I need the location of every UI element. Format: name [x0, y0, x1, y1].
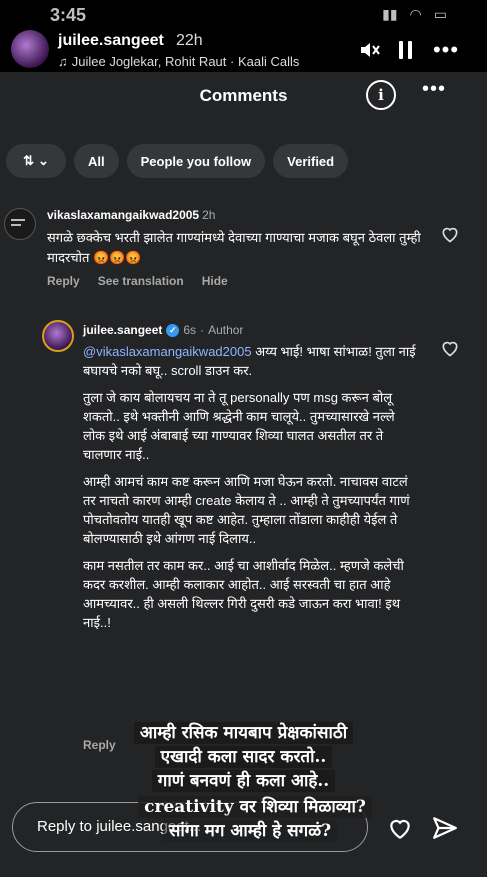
comments-title: Comments — [199, 86, 288, 105]
battery-icon: ▭ — [433, 6, 447, 22]
story-music[interactable]: ♫ Juilee Joglekar, Rohit Raut · Kaali Cal… — [58, 54, 299, 69]
story-overlay-line: गाणं बनवणं ही कला आहे.. — [60, 768, 427, 792]
wifi-icon: ◠ — [409, 6, 422, 22]
avatar[interactable] — [42, 320, 74, 352]
filter-verified[interactable]: Verified — [273, 144, 349, 178]
story-overlay-text: आम्ही रसिक मायबाप प्रेक्षकांसाठी — [133, 722, 354, 744]
music-icon: ♫ — [58, 54, 68, 69]
chevron-down-icon: ⌄ — [38, 153, 49, 168]
comment-separator: · — [200, 323, 205, 337]
comment-author[interactable]: vikaslaxamangaikwad2005 2h — [47, 208, 215, 222]
story-overlay-line: सांगा मग आम्ही हे सगळं? — [130, 818, 370, 842]
story-header: juilee.sangeet 22h ♫ Juilee Joglekar, Roh… — [0, 30, 487, 76]
filter-bar: ⇅ ⌄ All People you follow Verified — [6, 144, 349, 178]
mention-link[interactable]: @vikaslaxamangaikwad2005 — [83, 344, 252, 359]
hide-button[interactable]: Hide — [202, 274, 228, 288]
filter-people-you-follow[interactable]: People you follow — [126, 144, 266, 178]
signal-icon: ▮▮ — [382, 6, 398, 22]
sort-button[interactable]: ⇅ ⌄ — [6, 144, 66, 178]
story-time: 22h — [176, 32, 203, 49]
status-bar: 3:45 ▮▮ ◠ ▭ — [0, 0, 487, 30]
author-label: Author — [208, 323, 244, 337]
status-icons: ▮▮ ◠ ▭ — [382, 6, 447, 23]
story-overlay-text: creativity वर शिव्या मिळाव्या? — [138, 796, 372, 818]
reply-button[interactable]: Reply — [47, 274, 80, 288]
story-overlay-line: एखादी कला सादर करतो.. — [60, 744, 427, 768]
send-icon[interactable] — [432, 815, 458, 841]
story-overlay-line: creativity वर शिव्या मिळाव्या? — [110, 794, 400, 818]
story-overlay-text: सांगा मग आम्ही हे सगळं? — [162, 820, 338, 842]
like-heart-icon[interactable] — [440, 338, 460, 358]
status-time: 3:45 — [50, 5, 87, 25]
verified-badge-icon: ✓ — [166, 323, 180, 337]
comment-text: @vikaslaxamangaikwad2005 अय्य भाई! भाषा … — [83, 342, 418, 640]
mute-icon[interactable] — [356, 38, 384, 62]
comment-username[interactable]: juilee.sangeet — [83, 323, 162, 337]
comment-text: सगळे छक्केच भरती झालेत गाण्यांमध्ये देवा… — [47, 230, 421, 265]
comment-username[interactable]: vikaslaxamangaikwad2005 — [47, 208, 199, 222]
story-overlay-text: एखादी कला सादर करतो.. — [154, 746, 333, 768]
comment-actions: Reply See translation Hide — [47, 274, 228, 288]
like-heart-icon[interactable] — [440, 224, 460, 244]
story-username[interactable]: juilee.sangeet — [58, 32, 164, 50]
story-avatar[interactable] — [11, 30, 49, 68]
comment-paragraph: @vikaslaxamangaikwad2005 अय्य भाई! भाषा … — [83, 342, 418, 380]
info-icon[interactable]: i — [366, 80, 396, 110]
comments-more-icon[interactable]: ••• — [422, 78, 446, 101]
sort-icon: ⇅ — [23, 153, 34, 168]
story-music-label: Juilee Joglekar, Rohit Raut · Kaali Call… — [71, 54, 300, 69]
story-overlay-line: आम्ही रसिक मायबाप प्रेक्षकांसाठी — [60, 720, 427, 744]
filter-all[interactable]: All — [74, 144, 119, 178]
story-more-icon[interactable]: ••• — [432, 37, 460, 62]
see-translation-button[interactable]: See translation — [98, 274, 184, 288]
story-overlay-text: गाणं बनवणं ही कला आहे.. — [151, 770, 336, 792]
comment-paragraph: आम्ही आमचं काम कष्ट करून आणि मजा घेऊन कर… — [83, 474, 410, 546]
comment-paragraph: काम नसतील तर काम कर.. आई चा आशीर्वाद मिळ… — [83, 558, 404, 630]
story-like-heart-icon[interactable] — [386, 815, 414, 841]
comment-paragraph: तुला जे काय बोलायचय ना ते तू personally … — [83, 390, 395, 462]
comment-author: juilee.sangeet ✓ 6s · Author — [83, 323, 243, 337]
comment-time: 2h — [202, 208, 216, 222]
comment-time: 6s — [183, 323, 197, 337]
avatar[interactable] — [4, 208, 36, 240]
pause-icon[interactable] — [392, 38, 420, 62]
